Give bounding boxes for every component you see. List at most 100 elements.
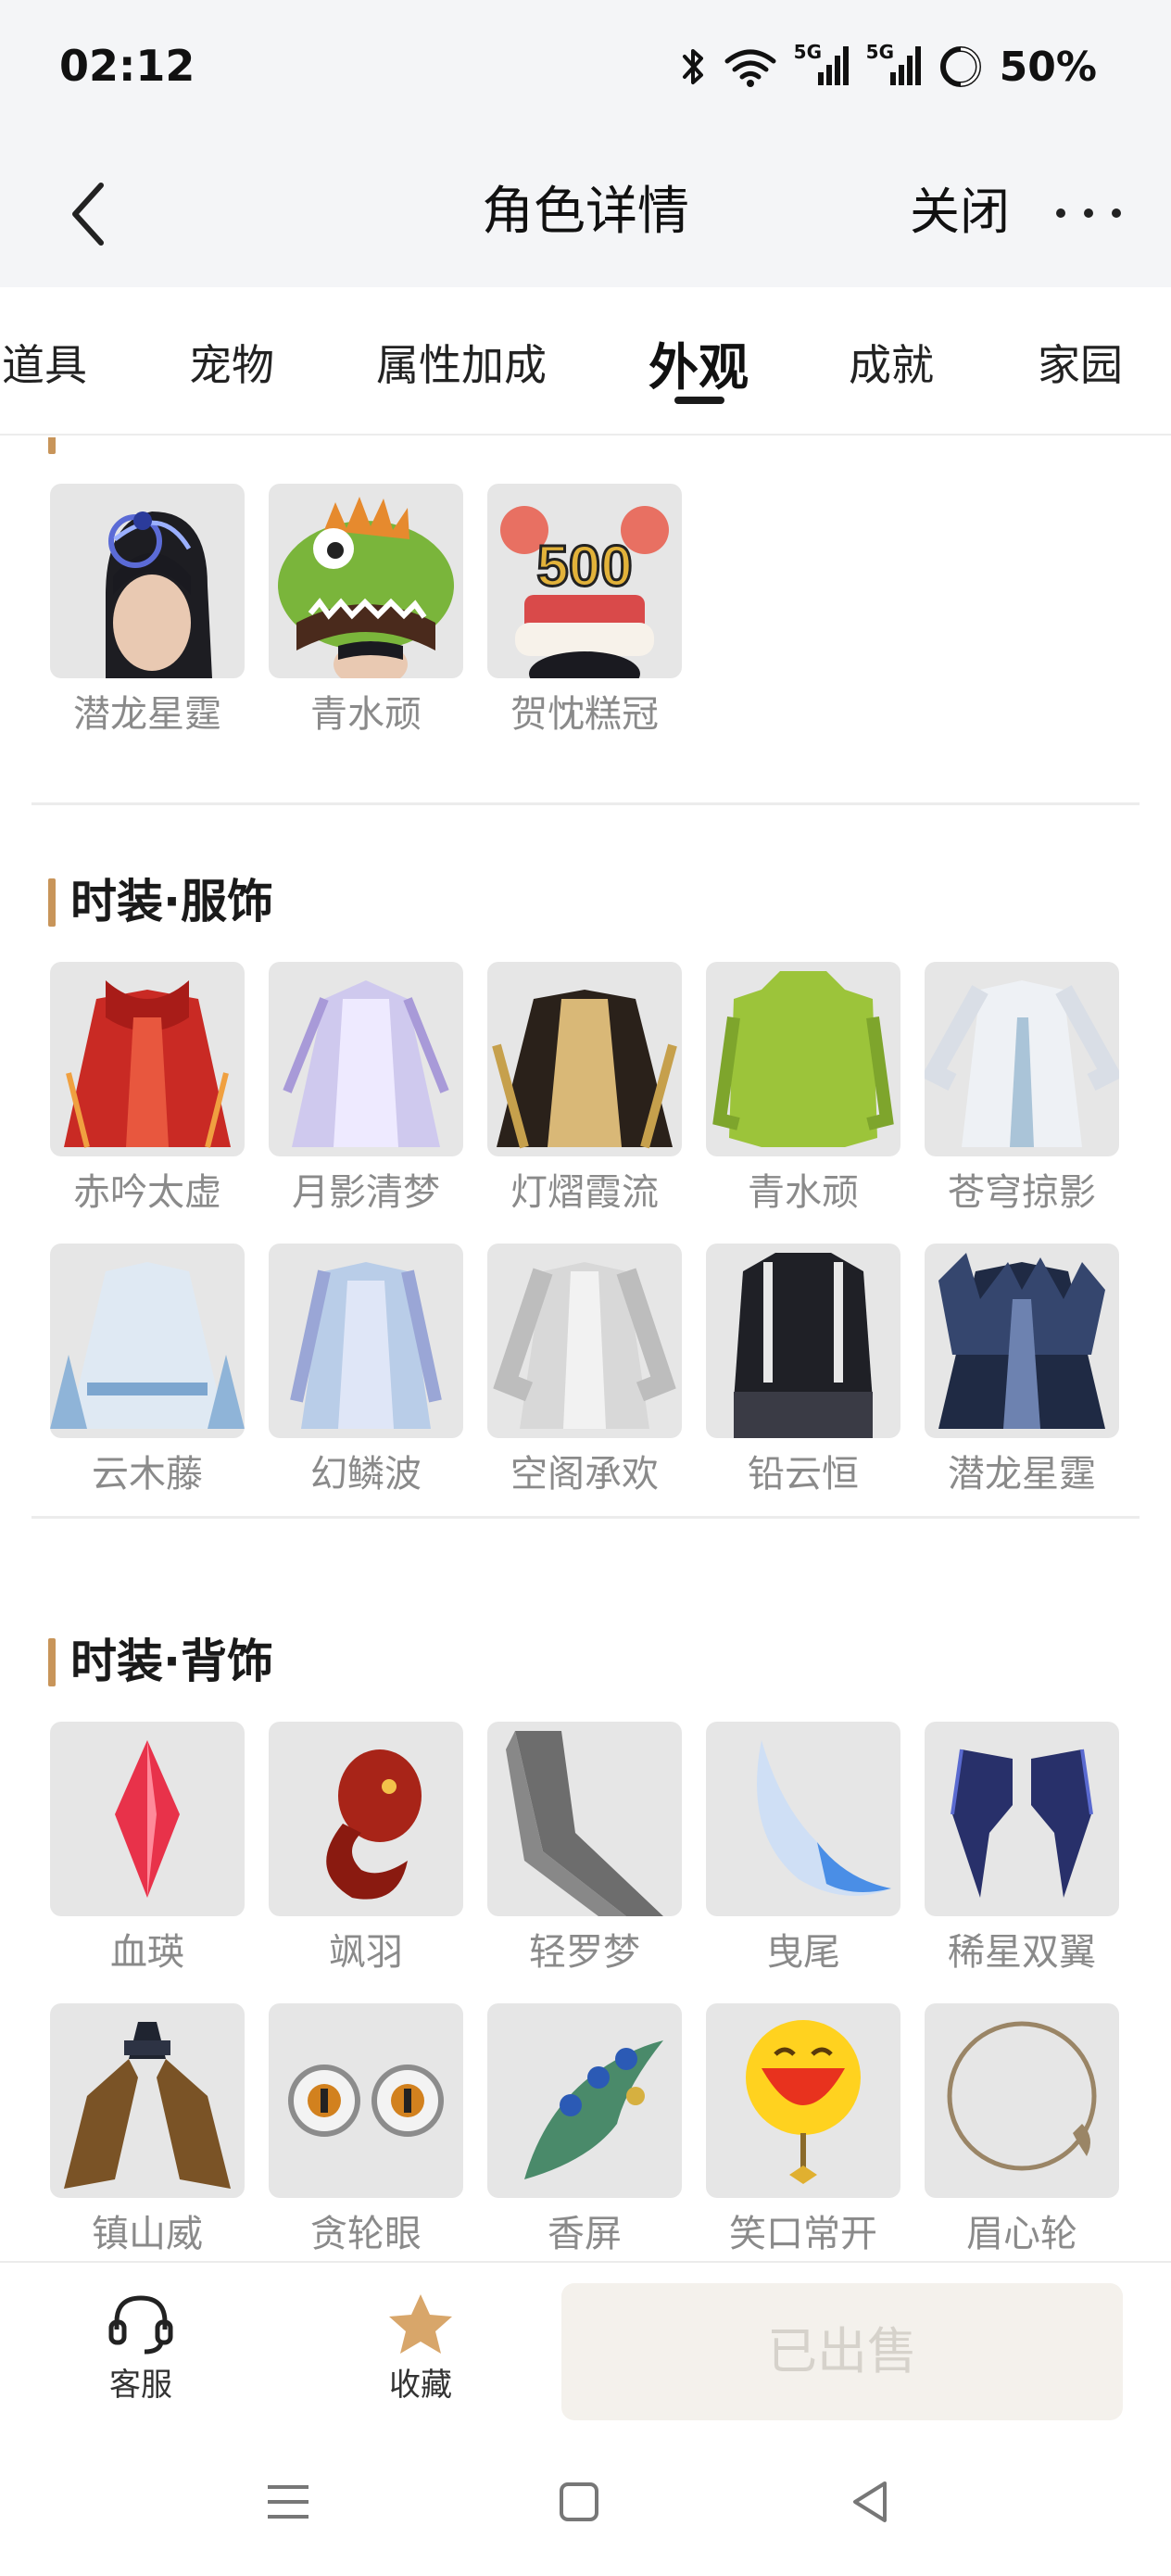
menu-icon xyxy=(268,2485,308,2519)
more-dots-icon xyxy=(1056,208,1065,218)
signal-icon: 5G xyxy=(866,41,922,89)
item-label: 稀星双翼 xyxy=(948,1931,1096,1974)
status-time: 02:12 xyxy=(59,41,195,91)
item-thumbnail xyxy=(706,962,900,1156)
tab-bar: 道具 宠物 属性加成 外观 成就 家园 xyxy=(0,287,1171,436)
bluetooth-icon xyxy=(682,49,703,84)
list-item[interactable]: 潜龙星霆 xyxy=(925,1244,1119,1497)
battery-percent: 50% xyxy=(999,43,1097,91)
section-divider xyxy=(31,1516,1140,1519)
item-label: 灯熠霞流 xyxy=(510,1171,659,1214)
item-label: 苍穹掠影 xyxy=(948,1171,1096,1214)
favorite-button[interactable]: 收藏 xyxy=(346,2291,495,2405)
section-title: 时装·背饰 xyxy=(48,1633,273,1690)
item-label: 赤吟太虚 xyxy=(73,1171,221,1214)
appearance-content[interactable]: 潜龙星霆 青水顽 500 贺忱糕冠 时装·服饰 赤吟太虚 月影清梦 灯熠霞流 青… xyxy=(0,437,1171,2261)
favorite-label: 收藏 xyxy=(389,2367,452,2404)
list-item[interactable]: 云木藤 xyxy=(50,1244,245,1497)
item-label: 潜龙星霆 xyxy=(73,693,221,736)
item-thumbnail xyxy=(487,2003,682,2198)
item-label: 空阁承欢 xyxy=(510,1453,659,1496)
item-label: 贪轮眼 xyxy=(310,2213,422,2255)
list-item[interactable]: 500 贺忱糕冠 xyxy=(487,484,682,738)
system-back-button[interactable] xyxy=(837,2474,902,2530)
tab-home[interactable]: 家园 xyxy=(1038,332,1123,393)
star-icon xyxy=(389,2294,452,2354)
item-thumbnail xyxy=(925,1722,1119,1916)
item-thumbnail xyxy=(269,962,463,1156)
item-thumbnail xyxy=(925,962,1119,1156)
bottom-action-bar: 客服 收藏 已出售 xyxy=(0,2261,1171,2428)
customer-service-label: 客服 xyxy=(109,2367,172,2404)
more-button[interactable] xyxy=(1056,176,1121,250)
home-square-icon xyxy=(560,2482,598,2521)
item-thumbnail xyxy=(487,1244,682,1438)
item-thumbnail xyxy=(706,1722,900,1916)
list-item[interactable]: 血瑛 xyxy=(50,1722,245,1976)
list-item[interactable]: 青水顽 xyxy=(706,962,900,1216)
nav-bar: 角色详情 关闭 xyxy=(0,139,1171,287)
list-item[interactable]: 镇山威 xyxy=(50,2003,245,2257)
item-label: 潜龙星霆 xyxy=(948,1453,1096,1496)
list-item[interactable]: 赤吟太虚 xyxy=(50,962,245,1216)
list-item[interactable]: 稀星双翼 xyxy=(925,1722,1119,1976)
tab-appearance[interactable]: 外观 xyxy=(648,326,749,399)
battery-icon xyxy=(939,46,981,87)
list-item[interactable]: 铅云恒 xyxy=(706,1244,900,1497)
list-item[interactable]: 潜龙星霆 xyxy=(50,484,245,738)
close-button[interactable]: 关闭 xyxy=(910,170,1010,254)
list-item[interactable]: 香屏 xyxy=(487,2003,682,2257)
list-item[interactable]: 飒羽 xyxy=(269,1722,463,1976)
item-thumbnail xyxy=(50,1244,245,1438)
wifi-icon xyxy=(724,49,776,87)
headset-icon xyxy=(108,2295,173,2355)
sold-button[interactable]: 已出售 xyxy=(561,2283,1123,2420)
list-item[interactable]: 眉心轮 xyxy=(925,2003,1119,2257)
list-item[interactable]: 轻罗梦 xyxy=(487,1722,682,1976)
item-thumbnail xyxy=(487,1722,682,1916)
section-divider xyxy=(31,802,1140,805)
list-item[interactable]: 曳尾 xyxy=(706,1722,900,1976)
tab-achievements[interactable]: 成就 xyxy=(849,332,934,393)
list-item[interactable]: 苍穹掠影 xyxy=(925,962,1119,1216)
list-item[interactable]: 幻鳞波 xyxy=(269,1244,463,1497)
list-item[interactable]: 贪轮眼 xyxy=(269,2003,463,2257)
tab-pets[interactable]: 宠物 xyxy=(189,332,274,393)
status-bar: 02:12 5G 5G 50% xyxy=(0,0,1171,139)
active-tab-indicator xyxy=(674,397,724,404)
item-label: 镇山威 xyxy=(92,2213,203,2255)
customer-service-button[interactable]: 客服 xyxy=(67,2291,215,2405)
list-item[interactable]: 灯熠霞流 xyxy=(487,962,682,1216)
back-triangle-icon xyxy=(853,2481,887,2522)
item-thumbnail xyxy=(925,2003,1119,2198)
item-label: 笑口常开 xyxy=(729,2213,877,2255)
item-thumbnail xyxy=(269,1244,463,1438)
list-item[interactable]: 空阁承欢 xyxy=(487,1244,682,1497)
system-navigation-bar xyxy=(0,2428,1171,2576)
item-thumbnail xyxy=(269,1722,463,1916)
item-thumbnail xyxy=(50,2003,245,2198)
tab-items[interactable]: 道具 xyxy=(2,332,87,393)
list-item[interactable]: 青水顽 xyxy=(269,484,463,738)
home-button[interactable] xyxy=(547,2474,611,2530)
item-label: 轻罗梦 xyxy=(529,1931,640,1974)
item-thumbnail xyxy=(50,962,245,1156)
item-label: 青水顽 xyxy=(748,1171,859,1214)
item-thumbnail xyxy=(50,1722,245,1916)
item-thumbnail xyxy=(269,484,463,678)
item-thumbnail xyxy=(50,484,245,678)
item-label: 贺忱糕冠 xyxy=(510,693,659,736)
menu-button[interactable] xyxy=(256,2474,321,2530)
svg-text:500: 500 xyxy=(536,535,632,599)
item-label: 眉心轮 xyxy=(966,2213,1077,2255)
item-thumbnail xyxy=(269,2003,463,2198)
item-label: 云木藤 xyxy=(92,1453,203,1496)
tab-attributes[interactable]: 属性加成 xyxy=(376,332,547,393)
signal-icon: 5G xyxy=(794,41,850,89)
item-thumbnail xyxy=(706,1244,900,1438)
item-thumbnail xyxy=(706,2003,900,2198)
item-label: 青水顽 xyxy=(310,693,422,736)
list-item[interactable]: 笑口常开 xyxy=(706,2003,900,2257)
section-title: 时装·服饰 xyxy=(48,873,273,930)
list-item[interactable]: 月影清梦 xyxy=(269,962,463,1216)
